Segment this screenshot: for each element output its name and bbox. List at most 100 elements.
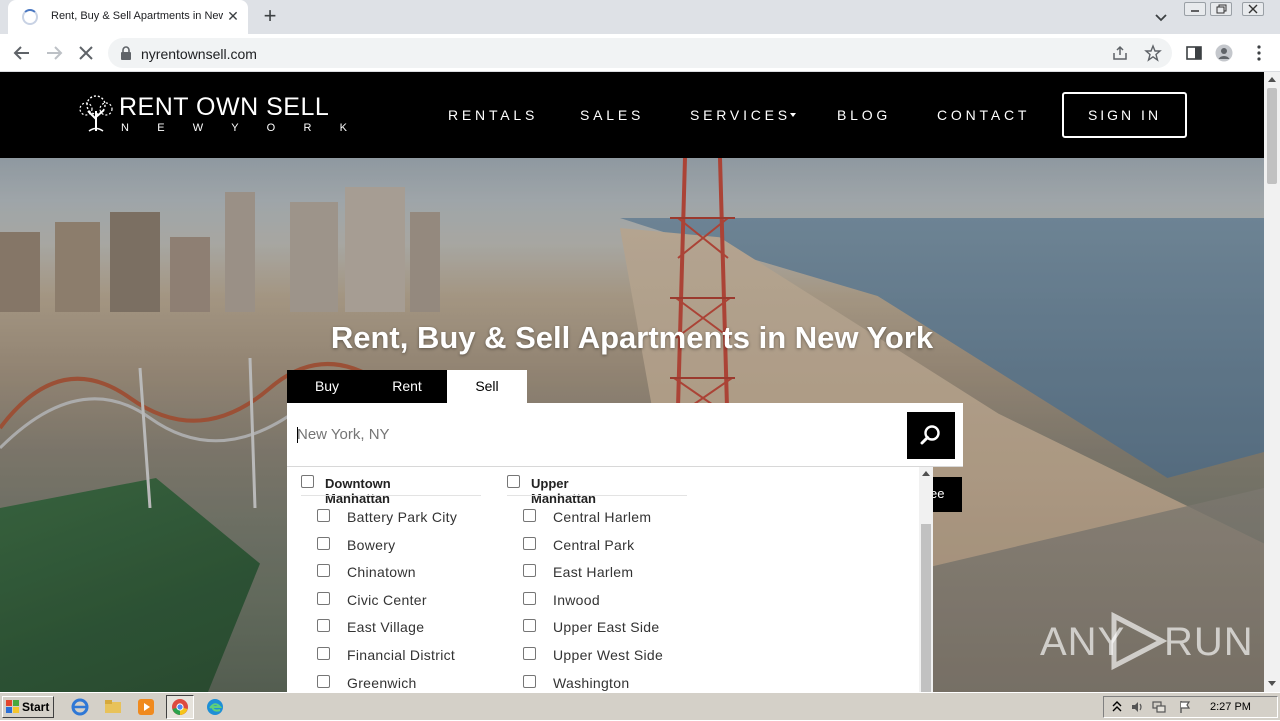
edge-icon[interactable] bbox=[206, 698, 224, 716]
volume-icon[interactable] bbox=[1130, 700, 1144, 714]
scroll-up-arrow-icon[interactable] bbox=[1268, 77, 1276, 82]
sign-in-button[interactable]: SIGN IN bbox=[1062, 92, 1187, 138]
chrome-icon bbox=[172, 699, 188, 715]
internet-explorer-icon[interactable] bbox=[71, 698, 89, 716]
url-text[interactable]: nyrentownsell.com bbox=[141, 46, 257, 62]
sign-in-label: SIGN IN bbox=[1087, 107, 1162, 123]
neighborhood-label[interactable]: Bowery bbox=[347, 537, 395, 553]
nav-contact[interactable]: CONTACT bbox=[937, 107, 1030, 123]
tab-buy[interactable]: Buy bbox=[287, 370, 367, 403]
neighborhood-checkbox[interactable] bbox=[317, 509, 330, 522]
neighborhood-checkbox[interactable] bbox=[317, 591, 330, 605]
tab-search-chevron-icon[interactable] bbox=[1152, 8, 1170, 26]
anyrun-watermark: ANY RUN bbox=[1040, 608, 1253, 671]
search-button[interactable] bbox=[907, 412, 955, 459]
browser-tabstrip: Rent, Buy & Sell Apartments in New ✕ + bbox=[0, 0, 1280, 34]
group-checkbox[interactable] bbox=[507, 475, 520, 488]
group-divider bbox=[507, 495, 687, 496]
forward-arrow-icon[interactable] bbox=[43, 42, 65, 64]
group-checkbox[interactable] bbox=[301, 475, 314, 488]
neighborhood-label[interactable]: Battery Park City bbox=[347, 509, 457, 525]
neighborhood-label[interactable]: East Village bbox=[347, 619, 424, 635]
action-center-flag-icon[interactable] bbox=[1178, 700, 1192, 714]
watermark-right-text: RUN bbox=[1164, 620, 1254, 664]
search-placeholder: New York, NY bbox=[297, 426, 390, 443]
neighborhood-label[interactable]: Upper East Side bbox=[553, 619, 659, 635]
taskbar-clock[interactable]: 2:27 PM bbox=[1210, 701, 1251, 713]
tab-rent[interactable]: Rent bbox=[367, 370, 447, 403]
scroll-down-arrow-icon[interactable] bbox=[1268, 681, 1276, 686]
neighborhood-label[interactable]: Central Park bbox=[553, 537, 634, 553]
start-button[interactable]: Start bbox=[2, 696, 54, 718]
caret-down-icon[interactable] bbox=[790, 113, 796, 117]
neighborhood-checkbox[interactable] bbox=[523, 536, 536, 550]
neighborhood-label[interactable]: Inwood bbox=[553, 592, 600, 608]
close-window-icon[interactable] bbox=[1242, 2, 1264, 16]
neighborhood-label[interactable]: Washington bbox=[553, 675, 629, 691]
stop-loading-icon[interactable] bbox=[75, 42, 97, 64]
neighborhood-label[interactable]: Central Harlem bbox=[553, 509, 651, 525]
dropdown-scroll-thumb[interactable] bbox=[921, 524, 931, 692]
neighborhood-label[interactable]: Financial District bbox=[347, 647, 455, 663]
tree-logo-icon bbox=[79, 95, 113, 132]
profile-avatar-icon[interactable] bbox=[1215, 44, 1233, 62]
tab-close-icon[interactable]: ✕ bbox=[225, 8, 241, 24]
bookmark-star-icon[interactable] bbox=[1144, 44, 1162, 62]
hero-headline: Rent, Buy & Sell Apartments in New York bbox=[330, 320, 934, 355]
media-player-icon[interactable] bbox=[137, 698, 155, 716]
neighborhood-label[interactable]: East Harlem bbox=[553, 564, 633, 580]
share-icon[interactable] bbox=[1112, 45, 1128, 61]
page-scroll-thumb[interactable] bbox=[1267, 88, 1277, 184]
neighborhood-checkbox[interactable] bbox=[317, 647, 330, 660]
group-label: Downtown Manhattan bbox=[325, 476, 391, 506]
browser-tab[interactable]: Rent, Buy & Sell Apartments in New ✕ bbox=[8, 0, 248, 34]
site-logo[interactable]: RENT OWN SELL N E W Y O R K bbox=[77, 93, 347, 137]
lock-icon[interactable] bbox=[120, 46, 132, 60]
nav-sales[interactable]: SALES bbox=[580, 107, 644, 123]
neighborhood-label[interactable]: Greenwich bbox=[347, 675, 417, 691]
page-scrollbar[interactable] bbox=[1264, 72, 1280, 692]
nav-blog[interactable]: BLOG bbox=[837, 107, 891, 123]
windows-taskbar: Start 2:27 PM bbox=[0, 692, 1280, 720]
tray-expand-icon[interactable] bbox=[1110, 700, 1124, 714]
site-header: RENT OWN SELL N E W Y O R K RENTALS SALE… bbox=[0, 72, 1264, 158]
neighborhood-checkbox[interactable] bbox=[523, 509, 536, 522]
tab-title: Rent, Buy & Sell Apartments in New bbox=[51, 10, 223, 22]
network-icon[interactable] bbox=[1152, 700, 1166, 714]
neighborhood-checkbox[interactable] bbox=[523, 647, 536, 660]
side-panel-icon[interactable] bbox=[1185, 44, 1203, 62]
nav-services[interactable]: SERVICES bbox=[690, 107, 791, 123]
browser-menu-icon[interactable] bbox=[1250, 44, 1268, 62]
location-search-input[interactable]: New York, NY bbox=[287, 403, 897, 467]
search-icon bbox=[920, 425, 940, 445]
neighborhood-checkbox[interactable] bbox=[317, 564, 330, 578]
tab-sell[interactable]: Sell bbox=[447, 370, 527, 403]
group-label: Upper Manhattan bbox=[531, 476, 596, 506]
group-divider bbox=[301, 495, 481, 496]
neighborhood-checkbox[interactable] bbox=[523, 619, 536, 633]
minimize-window-icon[interactable] bbox=[1184, 2, 1206, 16]
browser-toolbar: nyrentownsell.com bbox=[0, 34, 1280, 72]
neighborhood-checkbox[interactable] bbox=[317, 619, 330, 633]
scroll-up-arrow-icon[interactable] bbox=[922, 471, 930, 476]
loading-spinner-icon bbox=[22, 9, 38, 25]
restore-window-icon[interactable] bbox=[1210, 2, 1232, 16]
windows-logo-icon bbox=[6, 700, 19, 713]
neighborhood-checkbox[interactable] bbox=[523, 564, 536, 578]
neighborhood-label[interactable]: Civic Center bbox=[347, 592, 427, 608]
neighborhood-label[interactable]: Upper West Side bbox=[553, 647, 663, 663]
neighborhood-label[interactable]: Chinatown bbox=[347, 564, 416, 580]
new-tab-button[interactable]: + bbox=[258, 5, 282, 29]
dropdown-scrollbar[interactable] bbox=[919, 467, 933, 692]
file-explorer-icon[interactable] bbox=[104, 698, 122, 716]
chrome-taskbar-button[interactable] bbox=[166, 695, 194, 719]
play-triangle-icon bbox=[1111, 611, 1168, 671]
back-arrow-icon[interactable] bbox=[11, 42, 33, 64]
neighborhood-checkbox[interactable] bbox=[523, 591, 536, 605]
neighborhood-checkbox[interactable] bbox=[317, 536, 330, 550]
neighborhood-checkbox[interactable] bbox=[317, 674, 330, 688]
address-bar[interactable]: nyrentownsell.com bbox=[108, 38, 1172, 68]
neighborhood-checkbox[interactable] bbox=[523, 674, 536, 688]
nav-rentals[interactable]: RENTALS bbox=[448, 107, 538, 123]
search-box: New York, NY bbox=[287, 403, 963, 467]
